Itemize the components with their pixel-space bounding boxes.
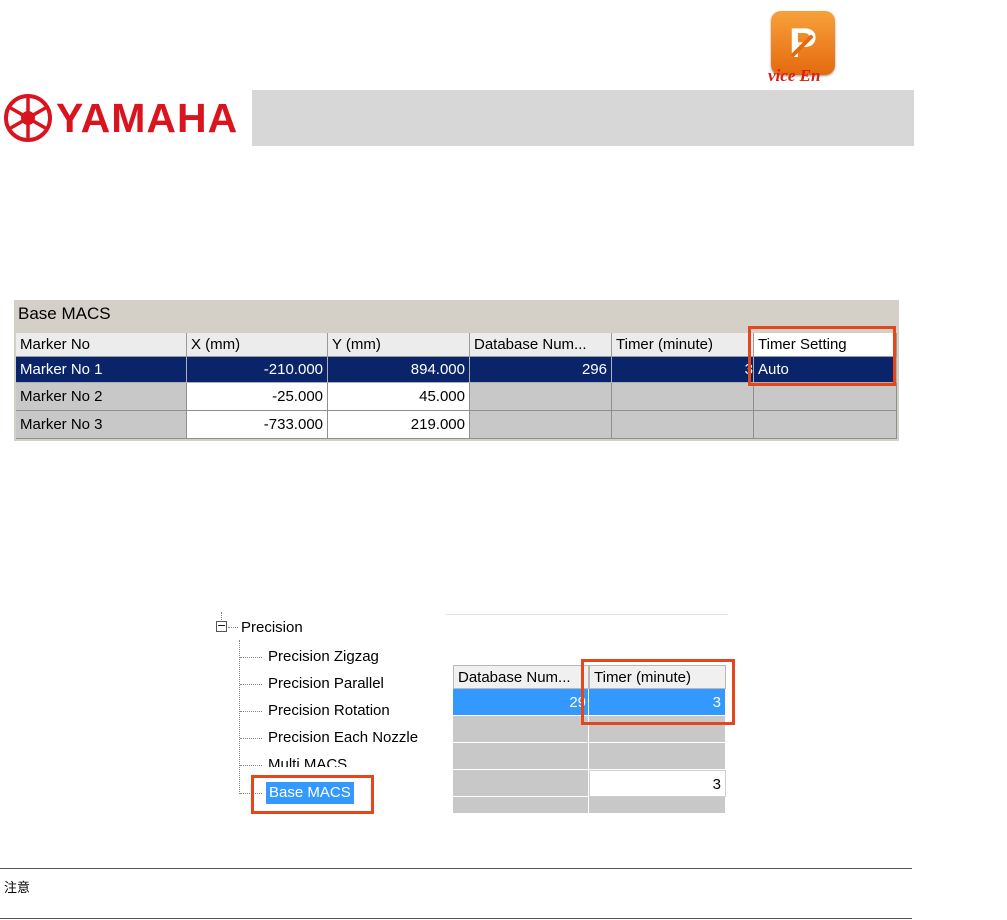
tree-node-precision-each-nozzle[interactable]: Precision Each Nozzle: [268, 728, 418, 748]
tree-node-precision-parallel[interactable]: Precision Parallel: [268, 674, 384, 694]
cell-x-row2[interactable]: -25.000: [187, 383, 328, 411]
cell-timer-row2[interactable]: [612, 383, 754, 411]
divider-top: [0, 868, 912, 869]
cell-db-row1[interactable]: 29: [453, 689, 589, 716]
cell-marker-row1[interactable]: Marker No 1: [16, 357, 187, 383]
cell-db-row1[interactable]: 296: [470, 357, 612, 383]
logo-wordmark: YAMAHA: [56, 95, 239, 141]
cell-db-row2[interactable]: [470, 383, 612, 411]
column-header-marker-no[interactable]: Marker No: [16, 333, 187, 357]
tree-collapse-toggle[interactable]: −: [216, 619, 227, 632]
cell-db-row2[interactable]: [453, 716, 589, 743]
cell-marker-row3[interactable]: Marker No 3: [16, 411, 187, 439]
tuning-fork-emblem-icon: [4, 94, 52, 142]
cell-timer-row1[interactable]: 3: [612, 357, 754, 383]
tree-connector: [240, 765, 262, 766]
cell-setting-row3[interactable]: [754, 411, 897, 439]
column-header-database-num[interactable]: Database Num...: [453, 665, 589, 689]
tree-node-precision-zigzag[interactable]: Precision Zigzag: [268, 647, 379, 667]
column-header-x[interactable]: X (mm): [187, 333, 328, 357]
cell-setting-row2[interactable]: [754, 383, 897, 411]
cell-db-row5[interactable]: [453, 797, 589, 814]
cell-timer-row3[interactable]: [589, 743, 726, 770]
cell-db-row3[interactable]: [470, 411, 612, 439]
column-header-y[interactable]: Y (mm): [328, 333, 470, 357]
collapse-minus-icon: −: [217, 619, 227, 632]
cell-y-row1[interactable]: 894.000: [328, 357, 470, 383]
cell-x-row3[interactable]: -733.000: [187, 411, 328, 439]
cell-timer-row4[interactable]: 3: [589, 770, 726, 797]
tree-node-precision[interactable]: Precision: [241, 618, 303, 638]
app-icon-caption: vice En: [768, 66, 821, 85]
column-header-timer-minute[interactable]: Timer (minute): [612, 333, 754, 357]
tree-connector: [240, 657, 262, 658]
cell-marker-row2[interactable]: Marker No 2: [16, 383, 187, 411]
cell-db-row3[interactable]: [453, 743, 589, 770]
tree-node-multi-macs[interactable]: Multi MACS: [268, 755, 347, 767]
grid-top-edge: [446, 614, 728, 615]
grid-title: Base MACS: [18, 304, 111, 323]
highlight-timer-setting: [748, 326, 896, 386]
cell-db-row4[interactable]: [453, 770, 589, 797]
highlight-base-macs-node: [251, 775, 374, 814]
tree-connector: [228, 627, 238, 628]
note-label: 注意: [4, 881, 31, 896]
cell-timer-row5[interactable]: [589, 797, 726, 814]
cell-y-row3[interactable]: 219.000: [328, 411, 470, 439]
header-band: [252, 90, 914, 146]
tree-node-precision-rotation[interactable]: Precision Rotation: [268, 701, 390, 721]
cell-timer-row3[interactable]: [612, 411, 754, 439]
yamaha-logo: YAMAHA: [4, 92, 248, 144]
cell-y-row2[interactable]: 45.000: [328, 383, 470, 411]
cell-x-row1[interactable]: -210.000: [187, 357, 328, 383]
tree-connector: [239, 640, 240, 794]
divider-bottom: [0, 918, 912, 919]
column-header-database-num[interactable]: Database Num...: [470, 333, 612, 357]
tree-connector: [240, 711, 262, 712]
tree-connector: [240, 738, 262, 739]
highlight-timer-minute: [581, 659, 735, 725]
tree-connector: [240, 684, 262, 685]
